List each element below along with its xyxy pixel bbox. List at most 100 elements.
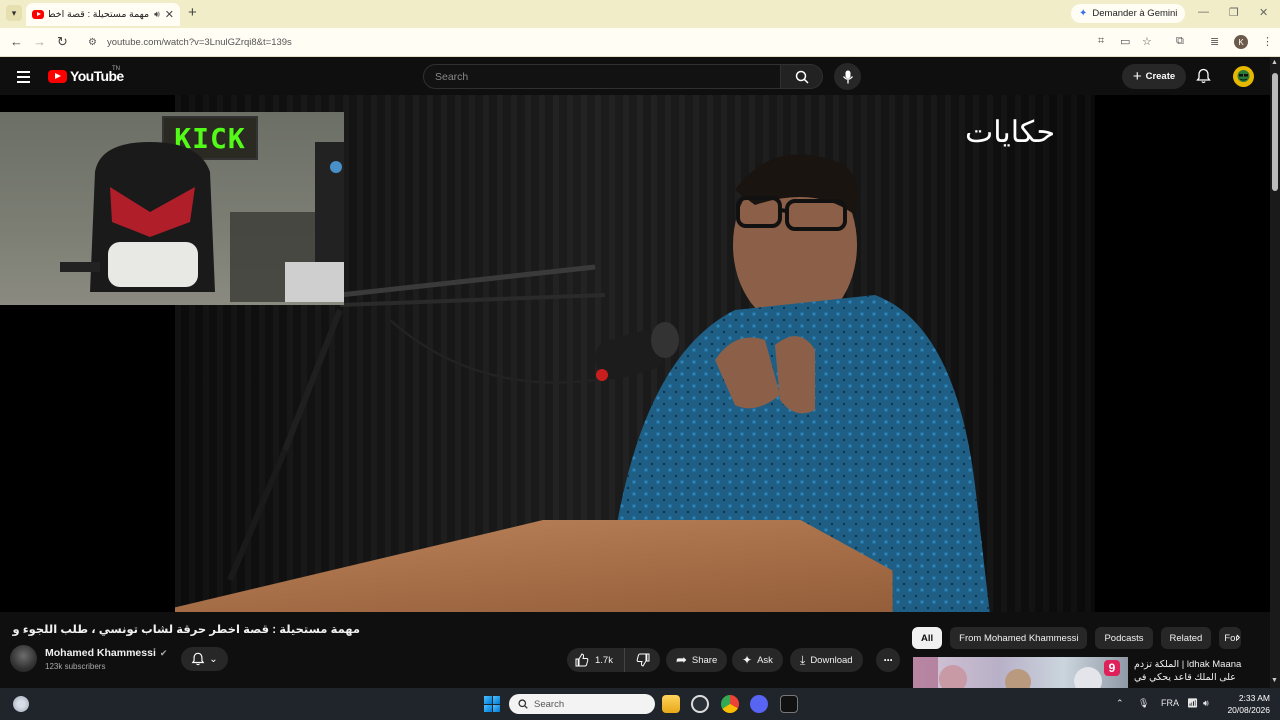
download-label: Download xyxy=(810,654,853,666)
video-metadata-area: مهمة مستحيلة : قصة اخطر حرقة لشاب تونسي … xyxy=(0,612,1270,688)
scrollbar-thumb[interactable] xyxy=(1272,73,1278,191)
settings-app-icon[interactable] xyxy=(691,695,709,713)
tab-search-menu-icon[interactable]: ▾ xyxy=(6,5,22,21)
chip-all[interactable]: All xyxy=(912,627,943,649)
share-arrow-icon: ➦ xyxy=(676,652,687,667)
channel-link[interactable]: Mohamed Khammessi ✔ xyxy=(45,647,167,659)
browser-toolbar: ← → ↻ ⚙ youtube.com/watch?v=3LnulGZrqi8&… xyxy=(0,28,1280,57)
webcam-overlay: KICK xyxy=(0,112,344,305)
microphone-icon xyxy=(842,70,853,83)
recommendation-filter-chips: All From Mohamed Khammessi Podcasts Rela… xyxy=(912,627,1242,649)
tab-title: مهمة مستحيلة : قصة اخطر حرقة لشاب تونسي … xyxy=(49,9,150,20)
system-clock[interactable]: 2:33 AM 20/08/2026 xyxy=(1224,692,1270,716)
tray-overflow-chevron-icon[interactable]: ⌃ xyxy=(1116,698,1124,709)
browser-tab[interactable]: مهمة مستحيلة : قصة اخطر حرقة لشاب تونسي … xyxy=(26,3,180,26)
like-count: 1.7k xyxy=(595,654,613,666)
file-explorer-icon[interactable] xyxy=(662,695,680,713)
gemini-label: Demander à Gemini xyxy=(1092,8,1178,19)
reload-icon[interactable]: ↻ xyxy=(57,34,68,50)
page-scrollbar[interactable]: ▲ ▼ xyxy=(1270,57,1280,688)
plus-icon: + xyxy=(1132,68,1142,85)
recommended-video-title[interactable]: ldhak Maana | الملكة تزدم على الملك قاعد… xyxy=(1134,658,1254,686)
chip-podcasts[interactable]: Podcasts xyxy=(1095,627,1153,649)
terminal-app-icon[interactable] xyxy=(780,695,798,713)
reading-list-icon[interactable]: ≣ xyxy=(1210,35,1219,48)
gemini-spark-icon: ✦ xyxy=(1079,8,1088,19)
taskbar-search-icon xyxy=(518,699,528,709)
subscriber-count: 123k subscribers xyxy=(45,662,106,671)
more-actions-icon[interactable]: ··· xyxy=(876,648,900,672)
create-button[interactable]: + Create xyxy=(1122,64,1186,89)
rec-badge: 9 xyxy=(1104,660,1120,676)
recommended-video-thumbnail[interactable]: 9 xyxy=(913,657,1128,688)
ask-button[interactable]: ✦ Ask xyxy=(732,648,783,672)
chrome-icon[interactable] xyxy=(721,695,739,713)
microphone-tray-icon[interactable]: 🎙︎ xyxy=(1138,698,1149,709)
youtube-header: YouTube TN + Create xyxy=(0,57,1270,95)
scroll-down-arrow-icon[interactable]: ▼ xyxy=(1271,677,1278,684)
account-avatar-icon xyxy=(1237,70,1250,82)
search-icon xyxy=(795,70,809,84)
youtube-play-logo-icon xyxy=(48,69,67,83)
back-icon[interactable]: ← xyxy=(10,34,23,49)
search-input[interactable] xyxy=(435,70,780,83)
volume-icon[interactable]: 🔊︎ xyxy=(1203,698,1209,709)
thumbnail-figures-graphic xyxy=(913,657,1102,688)
taskbar-search-placeholder: Search xyxy=(534,698,565,710)
forward-icon[interactable]: → xyxy=(33,34,46,49)
subscription-notification-button[interactable]: ⌄ xyxy=(181,647,228,671)
account-avatar[interactable] xyxy=(1233,66,1254,87)
search-button[interactable] xyxy=(781,64,823,89)
windows-taskbar: Search ⌃ 🎙︎ FRA 📶︎ 🔊︎ 2:33 AM 20/08/2026 xyxy=(0,688,1280,720)
address-bar[interactable]: ⚙ youtube.com/watch?v=3LnulGZrqi8&t=139s xyxy=(80,31,1090,53)
notifications-bell-icon[interactable] xyxy=(1196,68,1211,89)
download-button[interactable]: ⤓ Download xyxy=(790,648,863,672)
dislike-button[interactable] xyxy=(625,653,660,667)
like-dislike-group: 1.7k xyxy=(567,648,660,672)
like-button[interactable]: 1.7k xyxy=(567,648,625,672)
url-text: youtube.com/watch?v=3LnulGZrqi8&t=139s xyxy=(106,36,292,48)
window-close-icon[interactable]: ✕ xyxy=(1259,6,1268,19)
youtube-favicon-icon xyxy=(32,10,44,19)
chip-from-channel[interactable]: From Mohamed Khammessi xyxy=(950,627,1088,649)
chip-related[interactable]: Related xyxy=(1160,627,1212,649)
chevron-down-icon: ⌄ xyxy=(209,653,218,665)
minimize-icon[interactable]: — xyxy=(1198,6,1209,18)
bell-icon xyxy=(191,652,205,666)
cast-icon[interactable]: ▭ xyxy=(1120,35,1130,48)
extensions-icon[interactable]: ⧉ xyxy=(1176,35,1184,48)
new-tab-button[interactable]: + xyxy=(188,4,197,21)
voice-search-button[interactable] xyxy=(834,63,861,90)
bookmark-star-icon[interactable]: ☆ xyxy=(1142,35,1152,48)
speaker-icon[interactable]: 🔊︎ xyxy=(154,9,160,20)
thumbs-up-icon xyxy=(575,653,589,667)
channel-avatar[interactable] xyxy=(10,645,37,672)
start-button-icon[interactable] xyxy=(484,696,500,712)
taskbar-search[interactable]: Search xyxy=(509,694,655,714)
browser-tabstrip: ▾ مهمة مستحيلة : قصة اخطر حرقة لشاب تونس… xyxy=(0,0,1280,28)
video-player[interactable]: حكايات KICK xyxy=(0,95,1270,612)
country-code: TN xyxy=(112,66,120,72)
close-tab-icon[interactable]: ✕ xyxy=(165,8,174,21)
translate-icon[interactable]: ⌗ xyxy=(1098,35,1104,48)
share-label: Share xyxy=(691,654,718,666)
sparkle-icon: ✦ xyxy=(742,653,753,667)
scroll-up-arrow-icon[interactable]: ▲ xyxy=(1271,59,1278,66)
chevron-right-icon[interactable]: › xyxy=(1236,629,1240,644)
browser-menu-icon[interactable]: ⋮ xyxy=(1262,35,1273,48)
create-label: Create xyxy=(1145,71,1176,82)
share-button[interactable]: ➦ Share xyxy=(666,648,728,672)
clock-date: 20/08/2026 xyxy=(1227,705,1270,715)
hamburger-menu-icon[interactable] xyxy=(17,71,30,86)
site-info-icon[interactable]: ⚙ xyxy=(88,37,97,48)
wifi-icon[interactable]: 📶︎ xyxy=(1187,698,1198,709)
restore-icon[interactable]: ❐ xyxy=(1229,6,1239,19)
channel-watermark: حكايات xyxy=(965,115,1055,150)
language-indicator[interactable]: FRA xyxy=(1161,698,1179,708)
channel-name: Mohamed Khammessi xyxy=(45,647,156,659)
profile-avatar[interactable]: K xyxy=(1234,35,1248,49)
weather-widget-icon[interactable] xyxy=(13,696,29,712)
gemini-button[interactable]: ✦ Demander à Gemini xyxy=(1071,4,1186,23)
discord-icon[interactable] xyxy=(750,695,768,713)
gaming-chair-graphic xyxy=(60,142,344,302)
